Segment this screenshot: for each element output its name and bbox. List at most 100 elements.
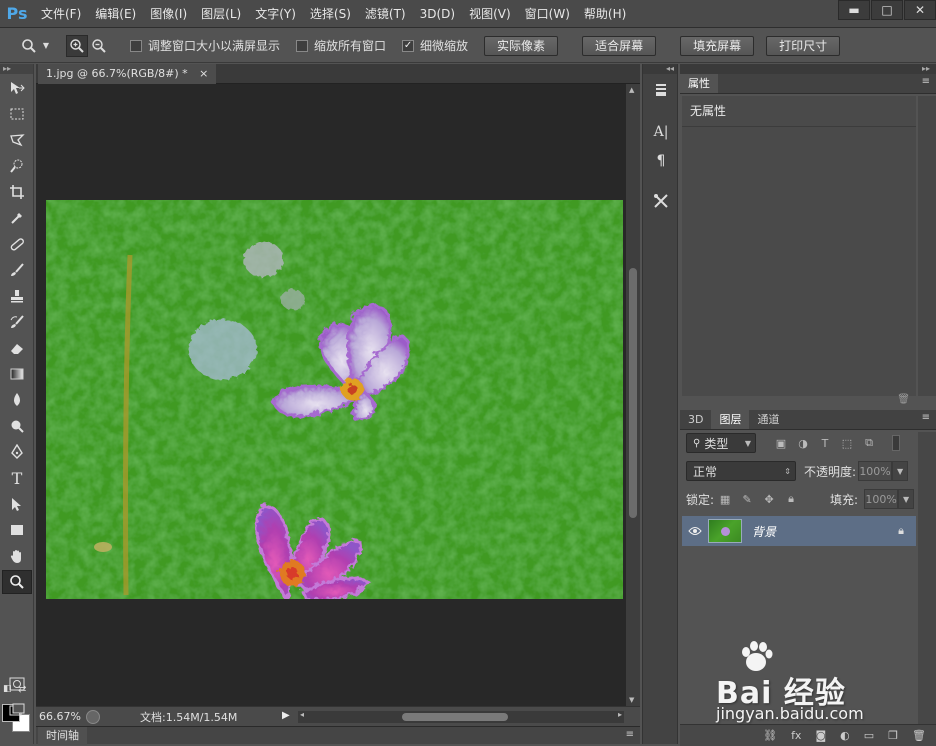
timeline-tab[interactable]: 时间轴	[38, 727, 87, 745]
lock-position-icon[interactable]: ✥	[762, 492, 776, 506]
dodge-tool-icon[interactable]	[2, 414, 32, 438]
chevron-down-icon[interactable]: ▼	[40, 35, 52, 57]
tab-layers[interactable]: 图层	[711, 410, 750, 429]
checkbox-box[interactable]	[130, 39, 142, 52]
fill-dropdown-icon[interactable]: ▼	[898, 489, 915, 509]
toolbar-collapse-icon[interactable]: ▸▸	[0, 64, 33, 74]
gradient-tool-icon[interactable]	[2, 362, 32, 386]
print-size-button[interactable]: 打印尺寸	[766, 35, 841, 56]
menu-type[interactable]: 文字(Y)	[248, 0, 303, 28]
brush-tool-icon[interactable]	[2, 258, 32, 282]
new-layer-icon[interactable]: ❐	[888, 729, 898, 742]
layer-row-background[interactable]: 背景 🔒︎	[682, 516, 916, 546]
adjustment-filter-icon[interactable]: ◑	[796, 436, 810, 450]
actual-pixels-button[interactable]: 实际像素	[484, 35, 559, 56]
checkbox-checked[interactable]: ✓	[402, 39, 415, 52]
menu-3d[interactable]: 3D(D)	[413, 0, 462, 28]
lock-all-icon[interactable]: 🔒︎	[784, 492, 798, 506]
menu-image[interactable]: 图像(I)	[143, 0, 194, 28]
type-tool-icon[interactable]: T	[2, 466, 32, 490]
clone-stamp-tool-icon[interactable]	[2, 284, 32, 308]
image-canvas[interactable]	[46, 200, 623, 599]
lock-transparent-icon[interactable]: ▦	[718, 492, 732, 506]
status-indicator-icon[interactable]	[86, 709, 100, 724]
character-panel-icon[interactable]: A|	[646, 119, 676, 145]
quick-mask-icon[interactable]	[2, 672, 32, 696]
crop-tool-icon[interactable]	[2, 180, 32, 204]
path-selection-tool-icon[interactable]	[2, 492, 32, 516]
tab-properties[interactable]: 属性	[680, 74, 718, 93]
new-group-icon[interactable]: ▭	[864, 729, 874, 742]
opacity-input[interactable]: 100%	[858, 461, 893, 481]
fit-screen-button[interactable]: 适合屏幕	[582, 35, 657, 56]
type-filter-icon[interactable]: T	[818, 436, 832, 450]
layer-filter-select[interactable]: ⚲ 类型 ▼	[686, 433, 756, 453]
menu-window[interactable]: 窗口(W)	[518, 0, 577, 28]
scrubby-zoom-checkbox[interactable]: ✓ 细微缩放	[402, 37, 468, 54]
menu-filter[interactable]: 滤镜(T)	[358, 0, 413, 28]
zoom-in-icon[interactable]	[66, 34, 88, 57]
checkbox-box[interactable]	[296, 39, 309, 52]
history-brush-tool-icon[interactable]	[2, 310, 32, 334]
lasso-tool-icon[interactable]	[2, 128, 32, 152]
blend-mode-select[interactable]: 正常 ⇕	[686, 461, 796, 481]
history-panel-icon[interactable]	[646, 77, 676, 103]
horizontal-scroll-thumb[interactable]	[402, 713, 508, 721]
adjustment-layer-icon[interactable]: ◐	[840, 729, 850, 742]
properties-scrollbar[interactable]	[918, 96, 936, 396]
menu-help[interactable]: 帮助(H)	[577, 0, 633, 28]
status-menu-arrow-icon[interactable]: ▶	[282, 710, 290, 721]
pixel-filter-icon[interactable]: ▣	[774, 436, 788, 450]
marquee-tool-icon[interactable]	[2, 102, 32, 126]
fill-input[interactable]: 100%	[864, 489, 899, 509]
zoom-tool-preset-icon[interactable]	[18, 35, 40, 57]
paragraph-panel-icon[interactable]: ¶	[646, 148, 676, 174]
menu-select[interactable]: 选择(S)	[303, 0, 358, 28]
minimize-button[interactable]: ▬	[838, 0, 870, 20]
hand-tool-icon[interactable]	[2, 544, 32, 568]
dock-collapse-icon[interactable]: ◂◂	[643, 64, 677, 74]
close-button[interactable]: ✕	[904, 0, 936, 20]
scroll-down-icon[interactable]: ▼	[629, 696, 634, 704]
layer-mask-icon[interactable]: ◙	[815, 729, 826, 742]
screen-mode-icon[interactable]	[2, 698, 32, 722]
zoom-level[interactable]: 66.67%	[36, 710, 86, 723]
zoom-out-icon[interactable]	[88, 35, 110, 57]
tab-channels[interactable]: 通道	[749, 410, 787, 429]
shape-filter-icon[interactable]: ⬚	[840, 436, 854, 450]
menu-layer[interactable]: 图层(L)	[194, 0, 248, 28]
eraser-tool-icon[interactable]	[2, 336, 32, 360]
lock-image-icon[interactable]: ✎	[740, 492, 754, 506]
rectangle-tool-icon[interactable]	[2, 518, 32, 542]
trash-icon[interactable]: 🗑	[897, 394, 910, 405]
layer-name[interactable]: 背景	[752, 523, 776, 540]
resize-windows-checkbox[interactable]: 调整窗口大小以满屏显示	[130, 37, 280, 54]
document-tab[interactable]: 1.jpg @ 66.7%(RGB/8#) * ×	[38, 64, 217, 84]
vertical-scrollbar[interactable]: ▲ ▼	[626, 84, 640, 706]
panel-menu-icon[interactable]: ≡	[922, 412, 930, 423]
menu-edit[interactable]: 编辑(E)	[88, 0, 143, 28]
opacity-dropdown-icon[interactable]: ▼	[892, 461, 909, 481]
scroll-left-icon[interactable]: ◂	[300, 710, 304, 719]
panel-menu-icon[interactable]: ≡	[626, 729, 634, 740]
tool-presets-icon[interactable]	[646, 188, 676, 214]
maximize-button[interactable]: □	[871, 0, 903, 20]
horizontal-scrollbar[interactable]: ◂ ▸	[298, 710, 624, 723]
menu-view[interactable]: 视图(V)	[462, 0, 518, 28]
eyedropper-tool-icon[interactable]	[2, 206, 32, 230]
filter-toggle-icon[interactable]	[892, 435, 900, 451]
layer-style-icon[interactable]: fx	[791, 729, 801, 742]
visibility-eye-icon[interactable]	[682, 526, 708, 536]
scroll-right-icon[interactable]: ▸	[618, 710, 622, 719]
delete-layer-icon[interactable]: 🗑	[912, 729, 926, 742]
link-layers-icon[interactable]: ⛓	[763, 729, 777, 742]
pen-tool-icon[interactable]	[2, 440, 32, 464]
zoom-all-windows-checkbox[interactable]: 缩放所有窗口	[296, 37, 386, 54]
fill-screen-button[interactable]: 填充屏幕	[680, 35, 755, 56]
menu-file[interactable]: 文件(F)	[34, 0, 88, 28]
quick-selection-tool-icon[interactable]	[2, 154, 32, 178]
panel-menu-icon[interactable]: ≡	[922, 76, 930, 87]
scroll-up-icon[interactable]: ▲	[629, 86, 634, 94]
zoom-tool-icon[interactable]	[2, 570, 32, 594]
tab-3d[interactable]: 3D	[680, 410, 711, 429]
